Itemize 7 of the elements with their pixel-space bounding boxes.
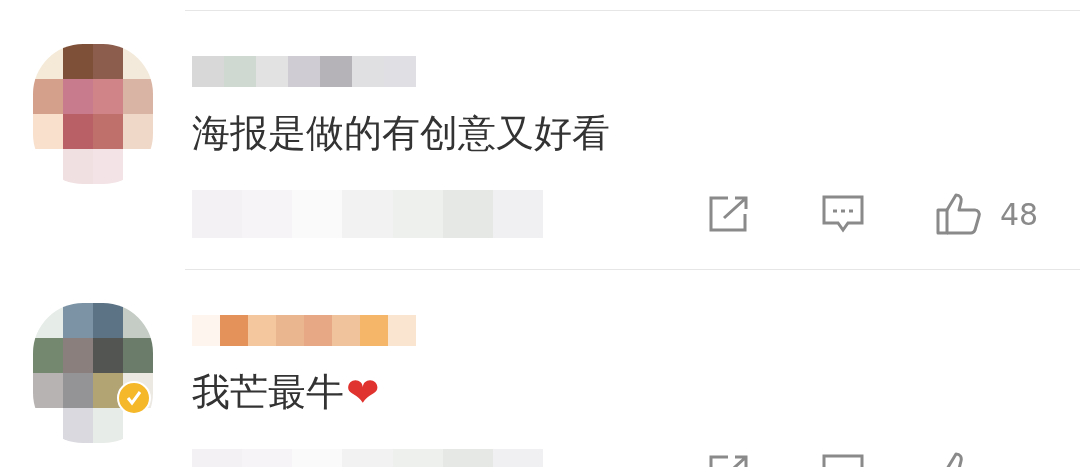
like-count: 48 — [1000, 195, 1040, 234]
comment-text: 海报是做的有创意又好看 — [192, 110, 610, 156]
share-icon[interactable] — [708, 196, 750, 232]
comment-icon[interactable] — [822, 195, 864, 233]
heart-emoji: ❤ — [346, 369, 380, 415]
thumbs-up-icon[interactable] — [936, 193, 982, 235]
comment-text: 我芒最牛 — [192, 369, 344, 415]
